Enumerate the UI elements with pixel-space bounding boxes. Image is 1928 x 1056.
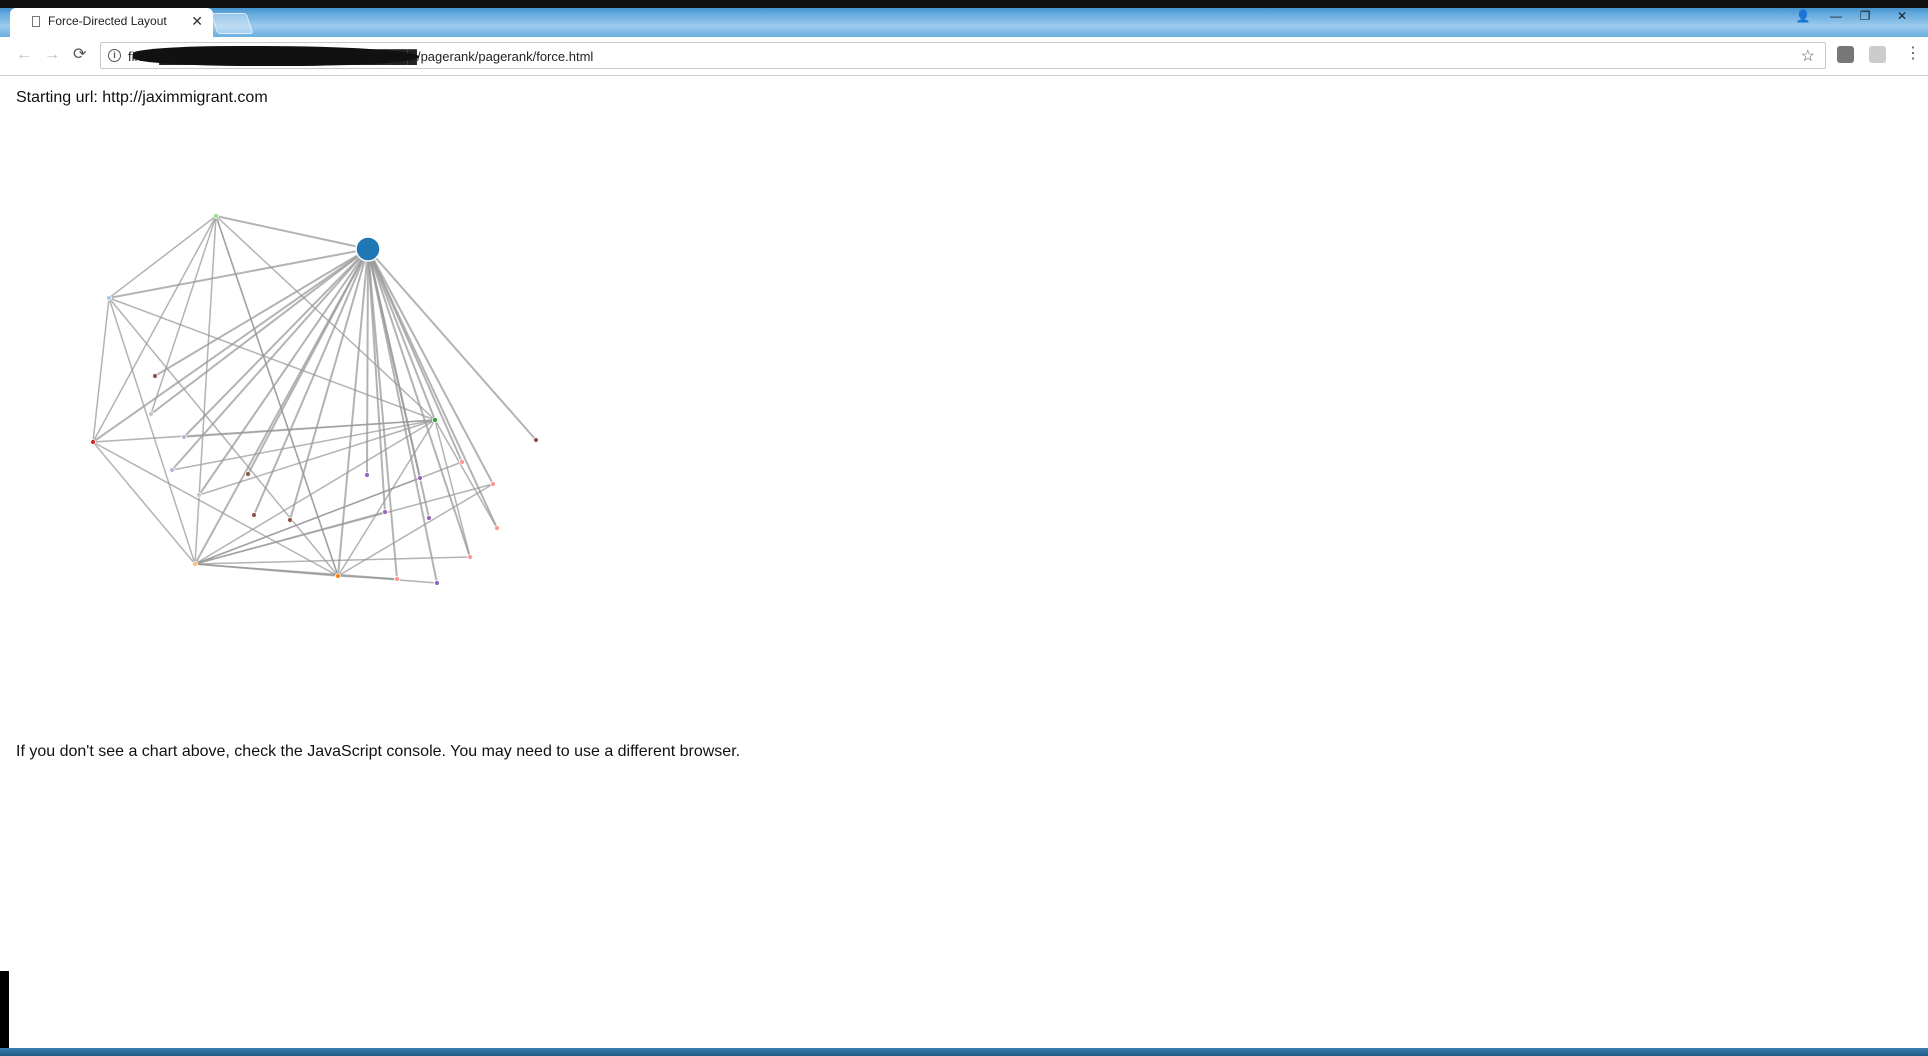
os-taskbar bbox=[0, 1048, 1928, 1056]
starting-url-text: Starting url: http://jaximmigrant.com bbox=[16, 89, 268, 106]
document-icon bbox=[32, 16, 40, 27]
forward-button[interactable]: → bbox=[44, 46, 60, 64]
graph-link bbox=[198, 248, 369, 496]
graph-node[interactable] bbox=[494, 525, 500, 531]
graph-link bbox=[171, 248, 369, 471]
graph-node[interactable] bbox=[467, 554, 473, 560]
tab-title: Force-Directed Layout bbox=[48, 14, 167, 28]
graph-node[interactable] bbox=[490, 481, 496, 487]
graph-node[interactable] bbox=[192, 561, 198, 567]
graph-node[interactable] bbox=[245, 471, 251, 477]
browser-menu-icon[interactable]: ⋮ bbox=[1905, 45, 1921, 63]
graph-node[interactable] bbox=[169, 467, 175, 473]
graph-link bbox=[194, 563, 438, 584]
graph-link bbox=[215, 215, 369, 250]
force-directed-graph[interactable] bbox=[0, 200, 560, 650]
graph-nodes bbox=[90, 213, 539, 586]
graph-link bbox=[367, 248, 398, 580]
graph-link bbox=[194, 483, 494, 565]
graph-link bbox=[337, 483, 494, 577]
graph-node[interactable] bbox=[434, 580, 440, 586]
maximize-button[interactable]: ❐ bbox=[1855, 8, 1875, 26]
browser-toolbar: ← → ⟳ i file:///████████████████████████… bbox=[0, 37, 1928, 76]
graph-node[interactable] bbox=[213, 213, 219, 219]
graph-node[interactable] bbox=[426, 515, 432, 521]
graph-link bbox=[92, 215, 217, 443]
graph-link bbox=[108, 215, 217, 299]
graph-link bbox=[215, 215, 339, 577]
graph-node[interactable] bbox=[106, 295, 112, 301]
graph-node[interactable] bbox=[533, 437, 539, 443]
site-info-icon[interactable]: i bbox=[108, 49, 121, 62]
extension-icon[interactable] bbox=[1837, 46, 1854, 63]
graph-node[interactable] bbox=[335, 573, 341, 579]
graph-node[interactable] bbox=[181, 434, 187, 440]
graph-node[interactable] bbox=[432, 417, 438, 423]
graph-links bbox=[92, 215, 537, 584]
graph-node[interactable] bbox=[196, 492, 202, 498]
browser-warning-text: If you don't see a chart above, check th… bbox=[16, 743, 741, 760]
graph-link bbox=[194, 419, 436, 565]
browser-window: Force-Directed Layout ✕ 👤 — ❐ ✕ ← → ⟳ i … bbox=[0, 0, 1928, 1056]
graph-node[interactable] bbox=[417, 475, 423, 481]
graph-node[interactable] bbox=[459, 459, 465, 465]
address-bar[interactable]: i file:///████████████████████████████/p… bbox=[100, 42, 1826, 69]
graph-link bbox=[92, 297, 110, 443]
title-bar: Force-Directed Layout ✕ 👤 — ❐ ✕ bbox=[0, 0, 1928, 37]
graph-link bbox=[367, 248, 498, 529]
reload-button[interactable]: ⟳ bbox=[73, 46, 86, 64]
tab-force-directed-layout[interactable]: Force-Directed Layout ✕ bbox=[10, 8, 213, 37]
graph-link bbox=[183, 419, 436, 438]
title-bar-top-strip bbox=[0, 0, 1928, 8]
bookmark-star-icon[interactable]: ☆ bbox=[1801, 46, 1815, 66]
graph-link bbox=[367, 248, 537, 441]
screen-edge bbox=[0, 971, 9, 1048]
graph-link bbox=[108, 248, 369, 299]
graph-node[interactable] bbox=[287, 517, 293, 523]
graph-node[interactable] bbox=[90, 439, 96, 445]
new-tab-button[interactable] bbox=[210, 13, 254, 34]
redaction-scribble bbox=[133, 46, 419, 66]
graph-node[interactable] bbox=[382, 509, 388, 515]
minimize-button[interactable]: — bbox=[1826, 8, 1846, 26]
close-window-button[interactable]: ✕ bbox=[1890, 8, 1914, 26]
graph-node[interactable] bbox=[251, 512, 257, 518]
graph-node[interactable] bbox=[394, 576, 400, 582]
graph-node[interactable] bbox=[364, 472, 370, 478]
graph-link bbox=[215, 215, 436, 421]
back-button[interactable]: ← bbox=[16, 46, 32, 64]
user-profile-icon[interactable]: 👤 bbox=[1794, 8, 1812, 26]
graph-node[interactable] bbox=[152, 373, 158, 379]
page-content: Starting url: http://jaximmigrant.com If… bbox=[0, 76, 1928, 971]
tab-close-icon[interactable]: ✕ bbox=[191, 14, 203, 28]
graph-link bbox=[108, 297, 196, 565]
pdf-extension-icon[interactable] bbox=[1869, 46, 1886, 63]
graph-node[interactable] bbox=[148, 411, 154, 417]
graph-node-hub[interactable] bbox=[355, 236, 381, 262]
